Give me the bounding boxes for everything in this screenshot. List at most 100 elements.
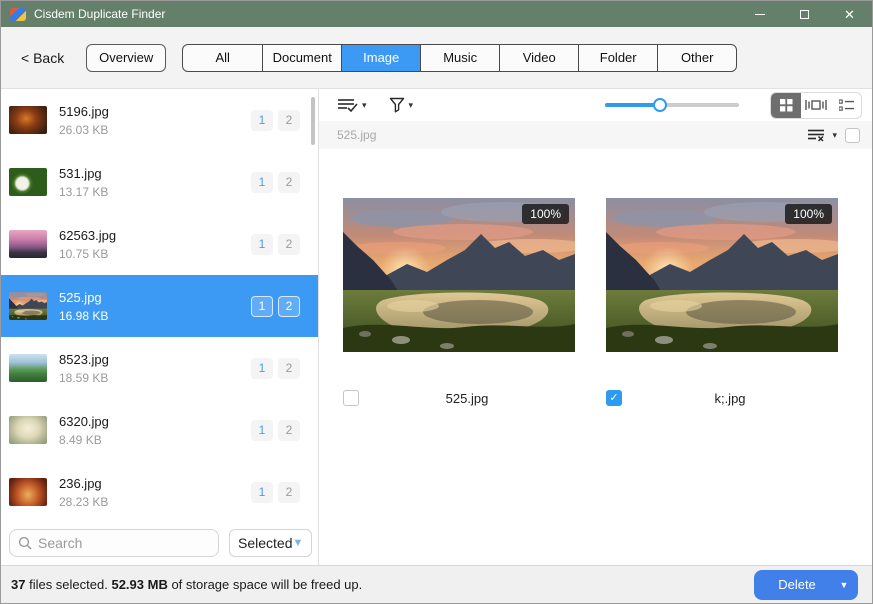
list-view-icon <box>839 99 854 112</box>
compare-view-icon <box>805 98 827 112</box>
match-percent-badge: 100% <box>522 204 569 224</box>
sidebar-scrollbar[interactable] <box>311 97 315 145</box>
category-tabs: All Document Image Music Video Folder Ot… <box>182 44 737 72</box>
freed-space-size: 52.93 MB <box>111 577 167 592</box>
tab-music[interactable]: Music <box>420 45 499 71</box>
tab-document[interactable]: Document <box>262 45 341 71</box>
group-label: 525.jpg <box>337 128 376 142</box>
window-title: Cisdem Duplicate Finder <box>34 7 737 21</box>
duplicate-preview-image[interactable]: 100% <box>606 198 838 352</box>
app-icon <box>10 8 26 21</box>
group-select-all-checkbox[interactable] <box>845 128 860 143</box>
app-window: Cisdem Duplicate Finder ✕ < Back Overvie… <box>0 0 873 604</box>
duplicate-checkbox-checked[interactable]: ✓ <box>606 390 622 406</box>
file-size: 18.59 KB <box>59 371 251 385</box>
maximize-icon <box>800 10 809 19</box>
group-header: 525.jpg ▾ <box>319 121 872 149</box>
overview-button[interactable]: Overview <box>86 44 166 72</box>
group-count-badge[interactable]: 1 <box>251 172 273 193</box>
tab-all[interactable]: All <box>183 45 262 71</box>
duplicate-count-badge[interactable]: 2 <box>278 234 300 255</box>
duplicate-count-badge[interactable]: 2 <box>278 110 300 131</box>
window-controls: ✕ <box>737 1 872 27</box>
search-icon <box>18 536 32 550</box>
list-view-button[interactable] <box>831 93 861 118</box>
selected-filter-value: Selected <box>238 535 292 551</box>
filter-icon <box>389 97 405 113</box>
file-row-6320[interactable]: 6320.jpg 8.49 KB 1 2 <box>1 399 318 461</box>
duplicate-preview-image[interactable]: 100% <box>343 198 575 352</box>
file-name: 8523.jpg <box>59 352 251 367</box>
duplicates-grid: 100% 525.jpg 100% ✓ k;.jpg <box>319 149 872 565</box>
titlebar: Cisdem Duplicate Finder ✕ <box>1 1 872 27</box>
file-row-8523[interactable]: 8523.jpg 18.59 KB 1 2 <box>1 337 318 399</box>
file-row-531[interactable]: 531.jpg 13.17 KB 1 2 <box>1 151 318 213</box>
file-size: 13.17 KB <box>59 185 251 199</box>
status-bar: 37 files selected. 52.93 MB of storage s… <box>1 565 872 603</box>
duplicate-count-badge[interactable]: 2 <box>278 296 300 317</box>
file-name: 5196.jpg <box>59 104 251 119</box>
duplicate-groups-sidebar: 5196.jpg 26.03 KB 1 2 531.jpg 13.17 KB <box>1 89 319 565</box>
search-input[interactable] <box>38 535 198 551</box>
file-name: 525.jpg <box>59 290 251 305</box>
file-thumbnail <box>9 230 47 258</box>
minimize-icon <box>755 14 765 15</box>
chevron-down-icon: ▾ <box>409 100 414 111</box>
tab-video[interactable]: Video <box>499 45 578 71</box>
group-count-badge[interactable]: 1 <box>251 296 273 317</box>
search-row: Selected ▼ <box>1 521 318 565</box>
delete-button-label: Delete <box>754 577 830 592</box>
tab-image[interactable]: Image <box>341 45 420 71</box>
file-name: 62563.jpg <box>59 228 251 243</box>
file-row-5196[interactable]: 5196.jpg 26.03 KB 1 2 <box>1 89 318 151</box>
duplicate-count-badge[interactable]: 2 <box>278 172 300 193</box>
grid-view-button[interactable] <box>771 93 801 118</box>
file-thumbnail <box>9 106 47 134</box>
file-row-236[interactable]: 236.jpg 28.23 KB 1 2 <box>1 461 318 521</box>
main-pane: ▾ ▾ <box>319 89 872 565</box>
tab-folder[interactable]: Folder <box>578 45 657 71</box>
chevron-down-icon: ▼ <box>292 537 303 549</box>
duplicate-count-badge[interactable]: 2 <box>278 482 300 503</box>
search-box <box>9 529 219 557</box>
close-button[interactable]: ✕ <box>827 1 872 27</box>
delete-button[interactable]: Delete ▼ <box>754 570 858 600</box>
file-row-525-selected[interactable]: 525.jpg 16.98 KB 1 2 <box>1 275 318 337</box>
duplicate-count-badge[interactable]: 2 <box>278 420 300 441</box>
group-count-badge[interactable]: 1 <box>251 420 273 441</box>
minimize-button[interactable] <box>737 1 782 27</box>
delete-dropdown-caret[interactable]: ▼ <box>830 580 858 590</box>
duplicate-card-copy: 100% ✓ k;.jpg <box>606 198 838 406</box>
file-thumbnail <box>9 416 47 444</box>
thumbnail-size-slider[interactable] <box>605 98 739 112</box>
file-thumbnail <box>9 168 47 196</box>
file-name: 531.jpg <box>59 166 251 181</box>
selected-files-count: 37 <box>11 577 25 592</box>
compare-view-button[interactable] <box>801 93 831 118</box>
file-list: 5196.jpg 26.03 KB 1 2 531.jpg 13.17 KB <box>1 89 318 521</box>
group-count-badge[interactable]: 1 <box>251 110 273 131</box>
maximize-button[interactable] <box>782 1 827 27</box>
chevron-down-icon: ▾ <box>832 130 837 141</box>
slider-fill <box>605 103 660 107</box>
group-count-badge[interactable]: 1 <box>251 358 273 379</box>
file-row-62563[interactable]: 62563.jpg 10.75 KB 1 2 <box>1 213 318 275</box>
select-list-button[interactable]: ▾ <box>337 97 367 113</box>
filter-button[interactable]: ▾ <box>389 97 414 113</box>
duplicate-filename: 525.jpg <box>359 391 575 406</box>
file-thumbnail <box>9 478 47 506</box>
group-count-badge[interactable]: 1 <box>251 234 273 255</box>
nav-bar: < Back Overview All Document Image Music… <box>1 27 872 89</box>
selected-filter-dropdown[interactable]: Selected ▼ <box>229 529 312 557</box>
file-size: 16.98 KB <box>59 309 251 323</box>
deselect-list-button[interactable]: ▾ <box>808 128 837 143</box>
tab-other[interactable]: Other <box>657 45 736 71</box>
back-button[interactable]: < Back <box>21 50 64 66</box>
select-list-icon <box>337 97 358 113</box>
close-icon: ✕ <box>844 8 855 21</box>
duplicate-checkbox[interactable] <box>343 390 359 406</box>
file-size: 10.75 KB <box>59 247 251 261</box>
slider-handle[interactable] <box>653 98 667 112</box>
group-count-badge[interactable]: 1 <box>251 482 273 503</box>
duplicate-count-badge[interactable]: 2 <box>278 358 300 379</box>
